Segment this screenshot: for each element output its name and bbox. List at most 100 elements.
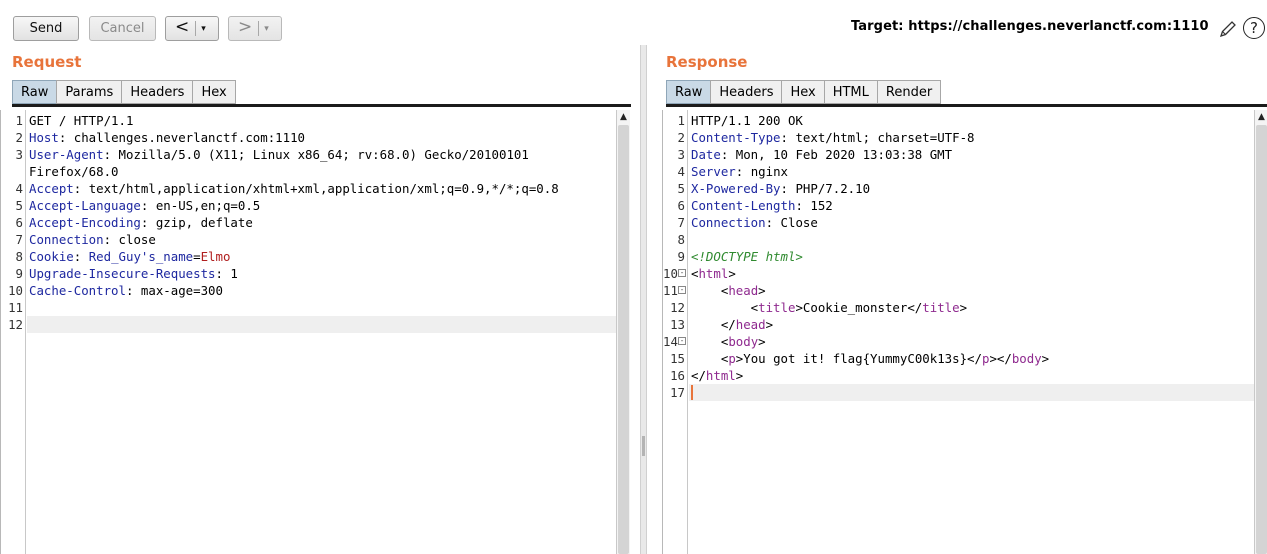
header-value: max-age=300: [140, 283, 223, 298]
response-editor[interactable]: 1 HTTP/1.1 200 OK 2 Content-Type: text/html…: [662, 110, 1255, 554]
html-text: >Cookie_monster</: [795, 300, 923, 315]
edit-target-pencil-icon[interactable]: [1218, 19, 1238, 39]
help-icon[interactable]: ?: [1243, 17, 1265, 39]
header-name: Accept: [29, 181, 74, 196]
line-number: 1: [677, 113, 685, 128]
fold-toggle-icon[interactable]: -: [678, 269, 686, 277]
header-separator: :: [780, 130, 796, 145]
response-line: Content-Length: 152: [691, 197, 833, 214]
header-separator: :: [103, 232, 119, 247]
line-number: 14: [663, 334, 678, 349]
request-editor[interactable]: 1 GET / HTTP/1.1 2 Host: challenges.neverla…: [0, 110, 617, 554]
scrollbar-thumb[interactable]: [1256, 125, 1267, 554]
target-label: Target: https://challenges.neverlanctf.c…: [851, 19, 1209, 34]
header-separator: :: [765, 215, 781, 230]
text-cursor: [691, 385, 693, 400]
tab-headers[interactable]: Headers: [710, 80, 782, 104]
header-separator: :: [795, 198, 811, 213]
tab-hex[interactable]: Hex: [192, 80, 236, 104]
line-number: 12: [670, 300, 685, 315]
line-number: 12: [8, 317, 23, 332]
html-tag-name: html: [698, 266, 729, 281]
scroll-up-arrow-icon[interactable]: ▲: [1255, 110, 1267, 125]
response-body-line: <html>: [691, 265, 736, 282]
header-name: Connection: [691, 215, 766, 230]
line-number: 6: [15, 215, 23, 230]
response-body-line: <p>You got it! flag{YummyC00k13s}</p></b…: [691, 350, 1049, 367]
back-arrow-icon: <: [175, 17, 190, 37]
button-separator: [258, 21, 260, 36]
send-button[interactable]: Send: [13, 16, 79, 41]
line-number: 7: [677, 215, 685, 230]
line-number: 1: [15, 113, 23, 128]
header-value: text/html; charset=UTF-8: [795, 130, 975, 145]
html-text: >: [728, 266, 736, 281]
split-pane-grip[interactable]: [642, 436, 645, 456]
back-history-dropdown-icon[interactable]: ▾: [201, 24, 206, 34]
header-value: PHP/7.2.10: [795, 181, 871, 196]
request-tab-underline: [12, 104, 631, 107]
line-number: 11: [8, 300, 23, 315]
line-number: 2: [677, 130, 685, 145]
response-body-line: <!DOCTYPE html>: [691, 248, 803, 265]
cancel-button[interactable]: Cancel: [89, 16, 156, 41]
response-line: Server: nginx: [691, 163, 788, 180]
split-pane-divider[interactable]: [640, 45, 647, 554]
line-number: 13: [670, 317, 685, 332]
header-value: Close: [780, 215, 818, 230]
header-separator: :: [73, 181, 89, 196]
tab-html[interactable]: HTML: [823, 80, 877, 104]
request-scrollbar[interactable]: ▲: [616, 110, 630, 554]
tab-headers[interactable]: Headers: [121, 80, 193, 104]
html-text: >: [1041, 351, 1050, 366]
tab-raw[interactable]: Raw: [12, 80, 57, 104]
line-number: 9: [677, 249, 685, 264]
tab-raw[interactable]: Raw: [666, 80, 711, 104]
line-number: 9: [15, 266, 23, 281]
fold-toggle-icon[interactable]: -: [678, 337, 686, 345]
scroll-up-arrow-icon[interactable]: ▲: [617, 110, 630, 125]
header-separator: :: [720, 147, 736, 162]
header-separator: :: [140, 215, 156, 230]
back-button[interactable]: < ▾: [165, 16, 219, 41]
request-panel-title: Request: [12, 53, 82, 71]
forward-button[interactable]: > ▾: [228, 16, 282, 41]
response-panel-title: Response: [666, 53, 748, 71]
line-number: 3: [15, 147, 23, 162]
header-value: nginx: [750, 164, 788, 179]
header-value: text/html,application/xhtml+xml,applicat…: [88, 181, 559, 196]
html-tag-name: head: [735, 317, 766, 332]
header-value: Firefox/68.0: [29, 164, 119, 179]
header-name: X-Powered-By: [691, 181, 781, 196]
header-name: Server: [691, 164, 736, 179]
forward-history-dropdown-icon[interactable]: ▾: [264, 24, 269, 34]
cookie-value: Elmo: [200, 249, 231, 264]
fold-toggle-icon[interactable]: -: [678, 286, 686, 294]
header-name: Date: [691, 147, 721, 162]
line-number: 8: [15, 249, 23, 264]
request-line: Cache-Control: max-age=300: [29, 282, 223, 299]
html-text: >: [758, 283, 766, 298]
response-scrollbar[interactable]: ▲: [1254, 110, 1267, 554]
tab-params[interactable]: Params: [56, 80, 122, 104]
header-value: Mozilla/5.0 (X11; Linux x86_64; rv:68.0)…: [118, 147, 529, 162]
html-text: >: [735, 368, 744, 383]
header-value: Mon, 10 Feb 2020 13:03:38 GMT: [735, 147, 953, 162]
header-separator: :: [125, 283, 141, 298]
line-number: 6: [677, 198, 685, 213]
header-separator: :: [140, 198, 156, 213]
html-text: >: [758, 334, 766, 349]
line-number: 5: [15, 198, 23, 213]
header-separator: :: [215, 266, 231, 281]
scrollbar-thumb[interactable]: [618, 125, 629, 554]
header-value: challenges.neverlanctf.com:1110: [73, 130, 306, 145]
header-value: close: [118, 232, 156, 247]
line-number: 4: [677, 164, 685, 179]
header-name: Content-Length: [691, 198, 796, 213]
html-tag-name: title: [922, 300, 960, 315]
request-line: GET / HTTP/1.1: [29, 112, 133, 129]
tab-render[interactable]: Render: [876, 80, 942, 104]
request-line: Accept-Encoding: gzip, deflate: [29, 214, 253, 231]
tab-hex[interactable]: Hex: [781, 80, 824, 104]
request-line: Upgrade-Insecure-Requests: 1: [29, 265, 238, 282]
